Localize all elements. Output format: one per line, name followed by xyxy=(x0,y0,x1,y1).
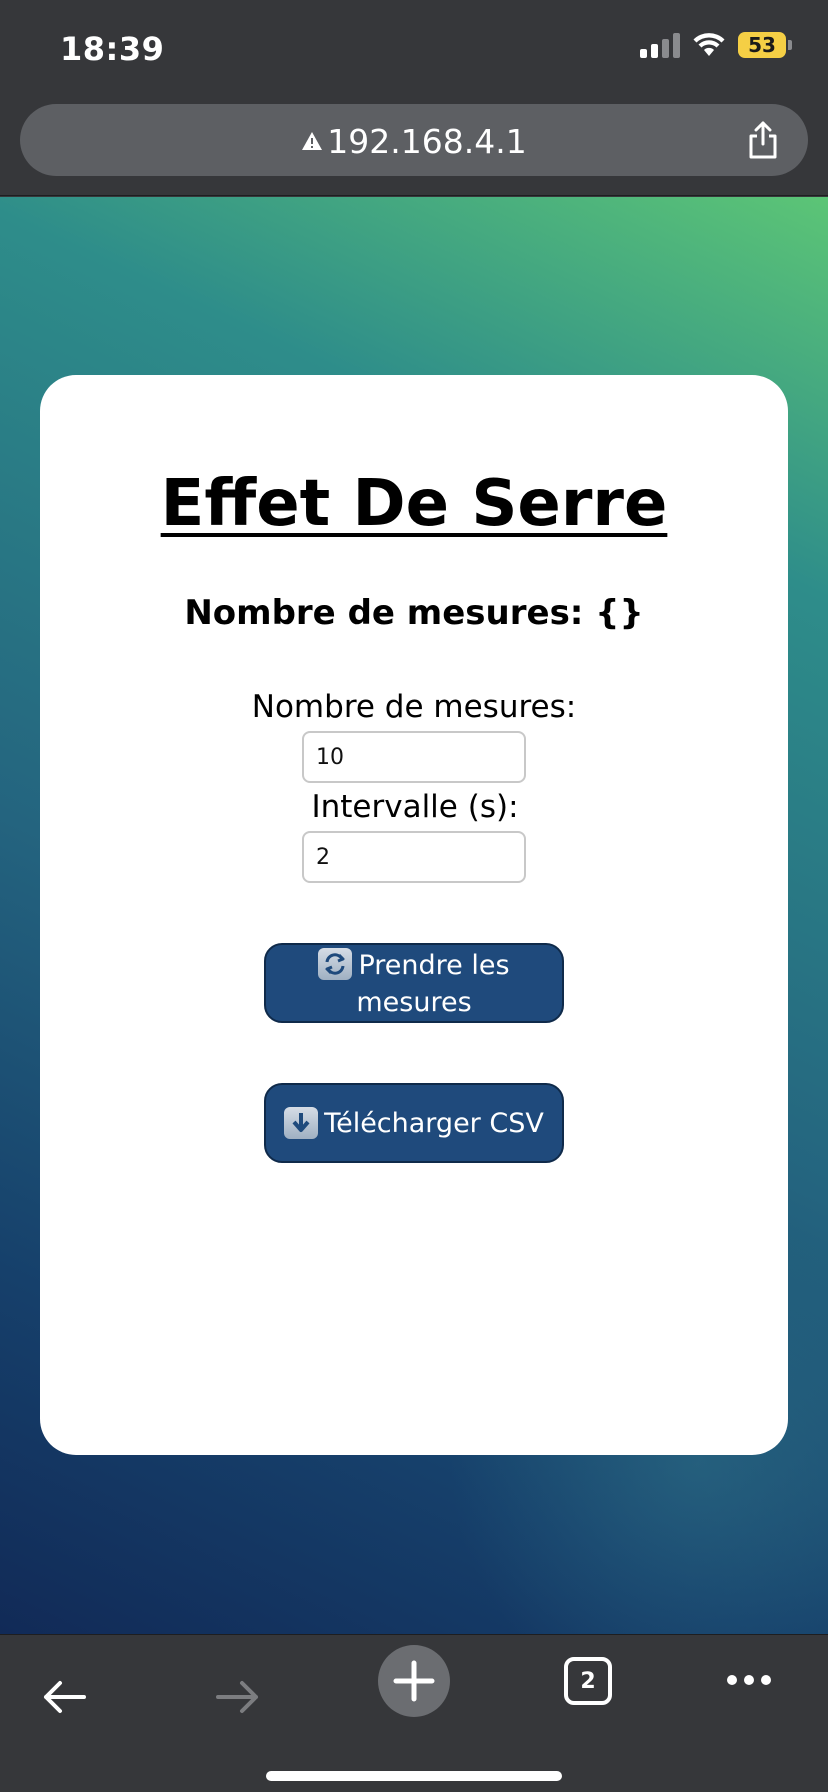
back-arrow-icon[interactable] xyxy=(40,1679,88,1715)
url-display[interactable]: 192.168.4.1 xyxy=(20,122,808,161)
download-csv-label: Télécharger CSV xyxy=(324,1107,544,1139)
web-page: Effet De Serre Nombre de mesures: {} Nom… xyxy=(0,197,828,1634)
count-input[interactable] xyxy=(302,731,526,783)
refresh-icon xyxy=(318,948,353,980)
tabs-button[interactable]: 2 xyxy=(564,1657,612,1705)
cellular-signal-icon xyxy=(640,32,680,58)
wifi-icon xyxy=(693,33,725,56)
count-field-label: Nombre de mesures: xyxy=(251,689,577,725)
warning-triangle-icon xyxy=(302,132,323,150)
status-bar: 18:39 53 xyxy=(0,0,828,96)
address-bar[interactable]: 192.168.4.1 xyxy=(20,104,808,176)
home-indicator xyxy=(266,1771,562,1781)
interval-field-label: Intervalle (s): xyxy=(311,789,519,825)
download-arrow-icon xyxy=(284,1107,319,1139)
battery-level: 53 xyxy=(738,32,786,58)
forward-arrow-icon xyxy=(216,1681,258,1713)
take-measurements-button[interactable]: Prendre les mesures xyxy=(264,943,564,1023)
measure-count-text: Nombre de mesures: {} xyxy=(184,593,644,633)
interval-input[interactable] xyxy=(302,831,526,883)
main-card: Effet De Serre Nombre de mesures: {} Nom… xyxy=(40,375,788,1455)
page-title: Effet De Serre xyxy=(160,467,668,541)
battery-icon: 53 xyxy=(738,32,792,58)
browser-toolbar: 2 xyxy=(0,1634,828,1792)
new-tab-button[interactable] xyxy=(378,1645,450,1717)
status-time: 18:39 xyxy=(60,30,165,68)
share-icon[interactable] xyxy=(744,120,782,160)
take-measurements-label: Prendre les mesures xyxy=(356,950,510,1018)
url-text: 192.168.4.1 xyxy=(327,122,527,161)
download-csv-button[interactable]: Télécharger CSV xyxy=(264,1083,564,1163)
more-options-icon[interactable] xyxy=(726,1673,772,1687)
browser-address-area: 192.168.4.1 xyxy=(0,96,828,196)
plus-icon xyxy=(393,1660,435,1702)
status-icons: 53 xyxy=(640,32,792,58)
